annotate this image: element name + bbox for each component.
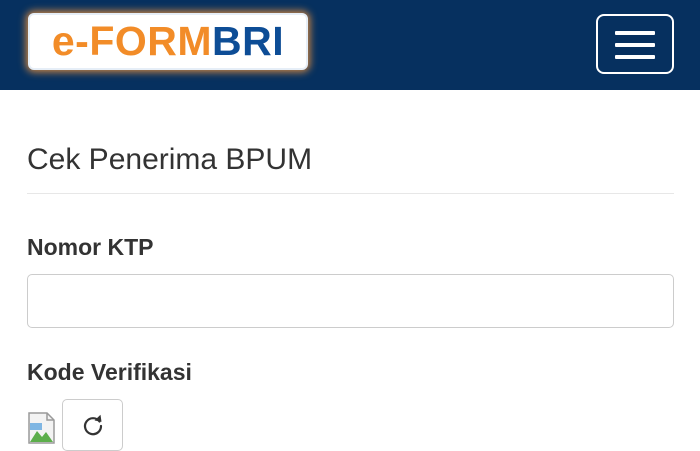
- logo-text-eform: e-FORM: [51, 18, 213, 64]
- menu-toggle-button[interactable]: [596, 14, 674, 74]
- ktp-input[interactable]: [27, 274, 674, 328]
- broken-image-icon: [28, 412, 55, 444]
- title-divider: [27, 193, 674, 194]
- hamburger-menu-icon: [615, 31, 655, 35]
- page-title: Cek Penerima BPUM: [27, 143, 313, 176]
- verification-code-label: Kode Verifikasi: [27, 359, 192, 385]
- hamburger-menu-icon-bar: [615, 55, 655, 59]
- captcha-refresh-button[interactable]: [62, 399, 123, 451]
- hamburger-menu-icon-bar: [615, 43, 655, 47]
- top-navbar: e-FORM BRI: [0, 0, 700, 90]
- ktp-label: Nomor KTP: [27, 234, 154, 260]
- eformbri-logo[interactable]: e-FORM BRI: [28, 13, 308, 70]
- logo-text-bri: BRI: [212, 18, 285, 64]
- refresh-icon: [83, 414, 103, 436]
